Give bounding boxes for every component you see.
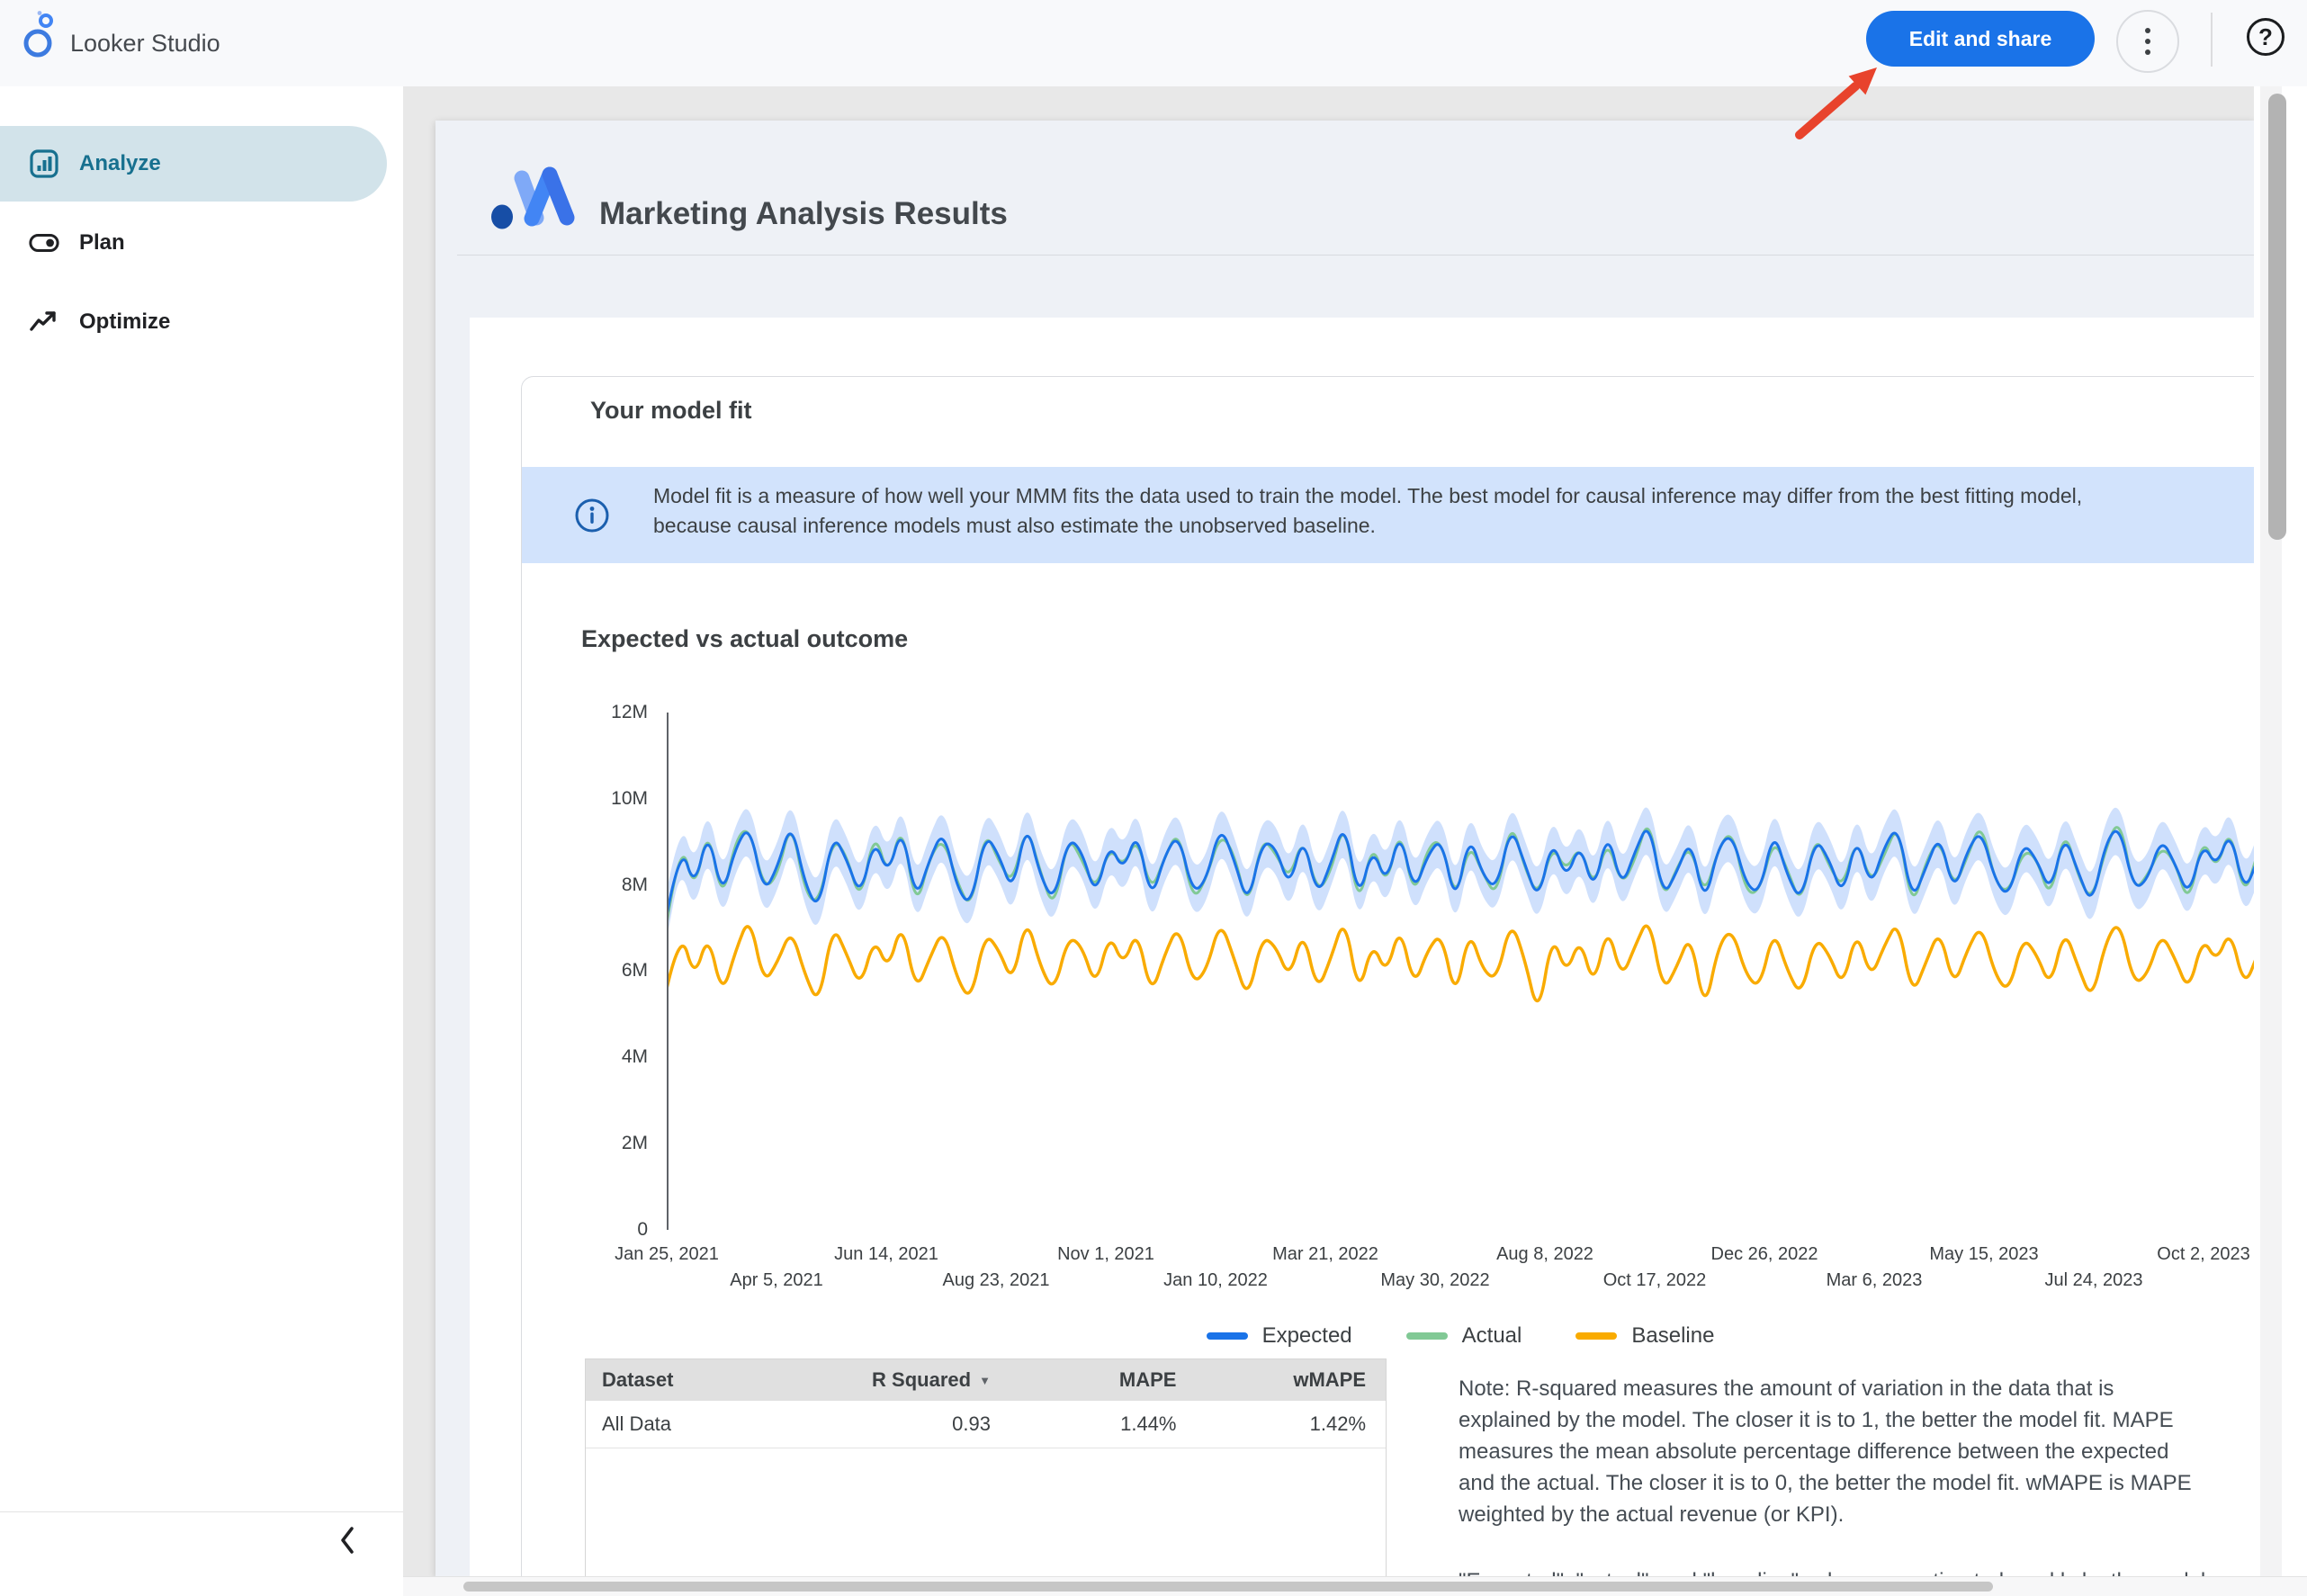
meridian-logo-icon [488,163,578,231]
legend-item-baseline: Baseline [1575,1323,1714,1349]
sidebar: Analyze Plan Optimize [0,86,403,1596]
legend-swatch [1406,1332,1448,1340]
header-divider [457,255,2254,256]
vertical-scrollbar-track[interactable] [2260,86,2282,1596]
y-axis-label: 4M [522,1045,648,1069]
x-axis-label: Mar 6, 2023 [1827,1270,1923,1291]
cell-text: 0.93 [952,1412,991,1436]
x-axis-label: May 30, 2022 [1380,1270,1489,1291]
sidebar-item-analyze[interactable]: Analyze [0,126,387,202]
legend-item-expected: Expected [1207,1323,1352,1349]
x-axis-label: Mar 21, 2022 [1272,1244,1378,1265]
table-cell: All Data [586,1401,857,1448]
sidebar-item-optimize[interactable]: Optimize [0,284,387,360]
vertical-scrollbar-thumb[interactable] [2268,94,2286,540]
legend-label: Expected [1262,1323,1352,1349]
table-header-cell[interactable]: wMAPE [1196,1359,1386,1401]
x-axis-label: May 15, 2023 [1929,1244,2038,1265]
x-axis-label: Apr 5, 2021 [730,1270,822,1291]
looker-studio-window: Looker Studio Edit and share ? Analyze Pl… [0,0,2307,1596]
chevron-left-icon [338,1526,356,1555]
help-icon[interactable]: ? [2247,18,2285,56]
model-fit-metrics-table: Dataset R Squared ▼ MAPE wMAPE All Data 0.93 1.… [585,1358,1387,1576]
model-fit-chart [667,713,2254,1230]
table-cell: 1.44% [1010,1401,1197,1448]
y-axis-label: 10M [522,787,648,811]
chart-title: Expected vs actual outcome [581,625,908,653]
table-cell: 1.42% [1196,1401,1386,1448]
clipped-note: "Expected", "actual", and "baseline" val… [1459,1569,2192,1576]
cell-text: wMAPE [1293,1368,1366,1392]
model-fit-card: Your model fit Model fit is a measure of… [521,376,2254,1576]
x-axis-label: Oct 2, 2023 [2157,1244,2249,1265]
x-axis-label: Jan 25, 2021 [615,1244,719,1265]
cell-text: MAPE [1119,1368,1177,1392]
table-row: All Data 0.93 1.44% 1.42% [586,1401,1386,1448]
trending-up-icon [29,307,59,337]
x-axis-label: Dec 26, 2022 [1711,1244,1818,1265]
legend-label: Actual [1462,1323,1522,1349]
table-header-row: Dataset R Squared ▼ MAPE wMAPE [586,1359,1386,1401]
x-axis-label: Nov 1, 2021 [1057,1244,1154,1265]
vertical-scrollbar [2254,86,2307,1596]
x-axis-label: Oct 17, 2022 [1603,1270,1707,1291]
legend-swatch [1575,1332,1617,1340]
bar-chart-icon [29,148,59,179]
y-axis-label: 0 [522,1218,648,1242]
legend-label: Baseline [1631,1323,1714,1349]
y-axis-line [667,713,669,1230]
cell-text: R Squared [872,1368,971,1392]
topbar-divider [2211,13,2213,67]
looker-studio-logo-icon [20,9,59,63]
cell-text: 1.44% [1120,1412,1176,1436]
cell-text: Dataset [602,1368,673,1392]
collapse-sidebar-button[interactable] [329,1522,365,1558]
y-axis-label: 6M [522,959,648,982]
metrics-note: Note: R-squared measures the amount of v… [1459,1373,2192,1530]
sort-descending-icon: ▼ [979,1374,991,1387]
y-axis-label: 2M [522,1132,648,1155]
horizontal-scrollbar-thumb[interactable] [463,1582,1993,1592]
sidebar-item-label: Analyze [79,151,161,176]
sidebar-item-label: Plan [79,230,125,256]
report-viewport: Marketing Analysis Results Your model fi… [403,86,2307,1596]
info-icon [574,498,610,533]
legend-swatch [1207,1332,1248,1340]
x-axis-label: Aug 23, 2021 [943,1270,1050,1291]
info-banner-text: Model fit is a measure of how well your … [653,481,2133,541]
page-title: Marketing Analysis Results [599,196,1008,232]
sidebar-divider [0,1511,403,1512]
x-axis-label: Jan 10, 2022 [1163,1270,1268,1291]
kebab-icon [2145,28,2150,33]
table-cell: 0.93 [857,1401,1010,1448]
app-title: Looker Studio [70,0,220,86]
x-axis-label: Jun 14, 2021 [834,1244,938,1265]
topbar: Looker Studio Edit and share ? [0,0,2307,86]
cell-text: All Data [602,1412,671,1436]
toggle-icon [29,228,59,258]
y-axis-label: 12M [522,701,648,724]
table-header-cell[interactable]: R Squared ▼ [857,1359,1010,1401]
model-fit-section: Your model fit Model fit is a measure of… [470,318,2254,1576]
series-line-baseline [667,926,2254,1000]
more-options-button[interactable] [2116,10,2179,73]
info-banner: Model fit is a measure of how well your … [522,467,2254,563]
legend-item-actual: Actual [1406,1323,1522,1349]
sidebar-item-plan[interactable]: Plan [0,205,387,281]
x-axis-label: Jul 24, 2023 [2045,1270,2143,1291]
chart-legend: Expected Actual Baseline [667,1323,2254,1349]
card-heading: Your model fit [590,397,752,425]
y-axis-label: 8M [522,874,648,897]
cell-text: 1.42% [1310,1412,1366,1436]
horizontal-scrollbar[interactable] [403,1576,2307,1596]
sidebar-item-label: Optimize [79,309,170,335]
report-page: Marketing Analysis Results Your model fi… [435,121,2254,1576]
edit-and-share-button[interactable]: Edit and share [1866,11,2095,67]
x-axis-label: Aug 8, 2022 [1496,1244,1593,1265]
table-header-cell[interactable]: MAPE [1010,1359,1197,1401]
table-header-cell[interactable]: Dataset [586,1359,857,1401]
